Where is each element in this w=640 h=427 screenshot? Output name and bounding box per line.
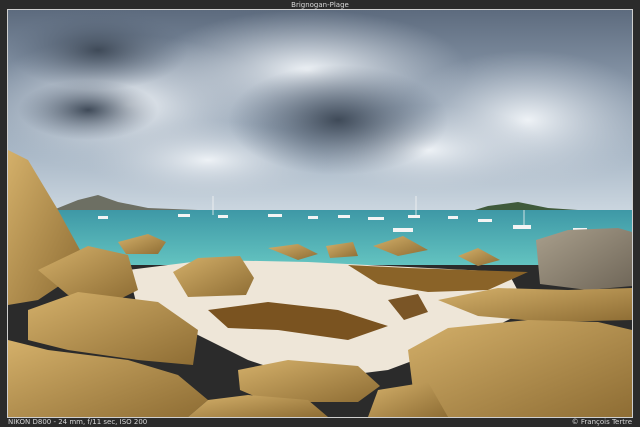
beach-photo <box>7 9 633 418</box>
camera-info-caption: NIKON D800 - 24 mm, f/11 sec, ISO 200 <box>8 418 148 426</box>
photo-title: Brignogan-Plage <box>291 1 349 9</box>
photo-frame: Brignogan-Plage NIKON D800 - 24 mm, f/11… <box>0 0 640 427</box>
beach-scene-illustration <box>8 10 632 417</box>
photographer-credit: © François Tertre <box>571 418 632 426</box>
